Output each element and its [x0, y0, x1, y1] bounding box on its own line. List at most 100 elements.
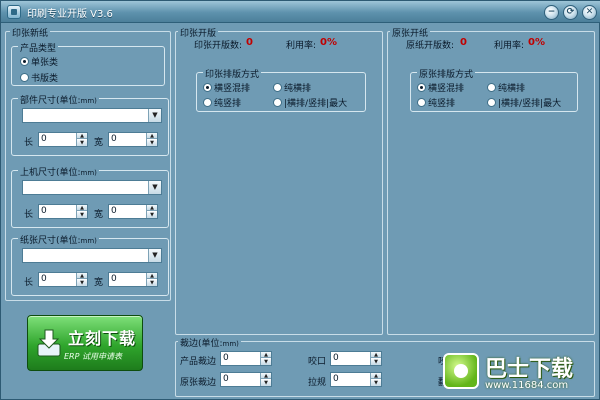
sheet-width-label: 宽 — [94, 278, 104, 288]
radio-off-icon — [487, 98, 496, 107]
bite-label: 咬口 — [308, 357, 327, 367]
chevron-down-icon[interactable]: ▼ — [148, 249, 161, 262]
chevron-down-icon[interactable]: ▼ — [148, 109, 161, 122]
radio-off-icon — [203, 98, 212, 107]
spin-down-icon[interactable]: ▼ — [371, 380, 381, 386]
print-rate-value: 0% — [320, 37, 337, 48]
sheet-trim-input[interactable]: 0 ▲ ▼ — [220, 372, 272, 387]
watermark-logo-icon — [443, 353, 479, 389]
download-icon — [37, 329, 61, 357]
product-trim-input[interactable]: 0 ▲ ▼ — [220, 351, 272, 366]
part-size-combo[interactable]: ▼ — [22, 108, 162, 123]
restore-icon[interactable]: ⟳ — [563, 5, 578, 20]
machine-size-title: 上机尺寸(单位:mm) — [18, 165, 99, 178]
trim-panel-title: 裁边(单位:mm) — [178, 336, 241, 349]
spin-down-icon[interactable]: ▼ — [147, 140, 157, 146]
product-type-group: 产品类型 单张类 书版类 — [11, 41, 165, 86]
product-trim-label: 产品裁边 — [180, 357, 217, 367]
window-title: 印刷专业开版 V3.6 — [27, 9, 113, 20]
raw-rate-value: 0% — [528, 37, 545, 48]
spin-up-icon[interactable]: ▲ — [261, 373, 271, 379]
app-window: 印刷专业开版 V3.6 − ⟳ ✕ 印张新纸 产品类型 单张类 书版类 部件尺寸… — [0, 0, 600, 400]
spin-down-icon[interactable]: ▼ — [147, 280, 157, 286]
title-bar[interactable]: 印刷专业开版 V3.6 − ⟳ ✕ — [1, 1, 600, 23]
radio-raw-vertical[interactable]: 纯竖排 — [417, 96, 455, 109]
spin-down-icon[interactable]: ▼ — [371, 359, 381, 365]
raw-rate-label: 利用率: — [494, 41, 525, 51]
print-count-value: 0 — [246, 37, 253, 48]
sheet-size-group: 纸张尺寸(单位:mm) ▼ 长 0 ▲ ▼ 宽 0 ▲ ▼ — [11, 233, 169, 296]
spin-up-icon[interactable]: ▲ — [147, 273, 157, 279]
print-count-label: 印张开版数: — [194, 41, 243, 51]
spin-down-icon[interactable]: ▼ — [147, 212, 157, 218]
radio-on-icon — [203, 83, 212, 92]
radio-off-icon — [417, 98, 426, 107]
spin-up-icon[interactable]: ▲ — [77, 205, 87, 211]
spin-up-icon[interactable]: ▲ — [147, 205, 157, 211]
raw-count-value: 0 — [460, 37, 467, 48]
pull-label: 拉规 — [308, 378, 327, 388]
machine-width-label: 宽 — [94, 210, 104, 220]
part-width-input[interactable]: 0 ▲ ▼ — [108, 132, 158, 147]
machine-size-group: 上机尺寸(单位:mm) ▼ 长 0 ▲ ▼ 宽 0 ▲ ▼ — [11, 165, 169, 228]
radio-label: 单张类 — [31, 58, 59, 68]
radio-print-horizontal[interactable]: 纯横排 — [273, 81, 311, 94]
sheet-length-input[interactable]: 0 ▲ ▼ — [38, 272, 88, 287]
print-cut-panel: 印张开版 印张开版数: 0 利用率: 0% 印张排版方式 横竖混排 纯横排 纯竖… — [175, 26, 383, 335]
site-watermark: 巴士下载 www.11684.com — [443, 347, 593, 399]
radio-raw-mixed[interactable]: 横竖混排 — [417, 81, 464, 94]
print-layout-group: 印张排版方式 横竖混排 纯横排 纯竖排 |横排/竖排|最大 — [196, 67, 366, 112]
sheet-size-combo[interactable]: ▼ — [22, 248, 162, 263]
radio-print-mixed[interactable]: 横竖混排 — [203, 81, 250, 94]
watermark-title: 巴士下载 — [485, 357, 574, 382]
print-rate-label: 利用率: — [286, 41, 317, 51]
spin-down-icon[interactable]: ▼ — [77, 212, 87, 218]
part-width-label: 宽 — [94, 138, 104, 148]
machine-size-combo[interactable]: ▼ — [22, 180, 162, 195]
spin-up-icon[interactable]: ▲ — [371, 373, 381, 379]
machine-width-input[interactable]: 0 ▲ ▼ — [108, 204, 158, 219]
sheet-size-title: 纸张尺寸(单位:mm) — [18, 233, 99, 246]
machine-length-input[interactable]: 0 ▲ ▼ — [38, 204, 88, 219]
download-sub-label: ERP 试用申请表 — [64, 352, 122, 361]
machine-length-label: 长 — [24, 210, 34, 220]
minimize-icon[interactable]: − — [544, 5, 559, 20]
spin-up-icon[interactable]: ▲ — [77, 273, 87, 279]
radio-raw-max[interactable]: |横排/竖排|最大 — [487, 96, 561, 109]
radio-off-icon — [273, 83, 282, 92]
part-size-group: 部件尺寸(单位:mm) ▼ 长 0 ▲ ▼ 宽 0 ▲ ▼ — [11, 93, 169, 156]
spin-down-icon[interactable]: ▼ — [261, 359, 271, 365]
radio-raw-horizontal[interactable]: 纯横排 — [487, 81, 525, 94]
paper-panel: 印张新纸 产品类型 单张类 书版类 部件尺寸(单位:mm) ▼ 长 0 ▲▼ — [5, 26, 171, 301]
part-size-title: 部件尺寸(单位:mm) — [18, 93, 99, 106]
radio-print-max[interactable]: |横排/竖排|最大 — [273, 96, 347, 109]
bite-input[interactable]: 0 ▲ ▼ — [330, 351, 382, 366]
part-length-input[interactable]: 0 ▲ ▼ — [38, 132, 88, 147]
chevron-down-icon[interactable]: ▼ — [148, 181, 161, 194]
part-length-label: 长 — [24, 138, 34, 148]
radio-print-vertical[interactable]: 纯竖排 — [203, 96, 241, 109]
raw-layout-title: 原张排版方式 — [417, 67, 476, 80]
spin-up-icon[interactable]: ▲ — [77, 133, 87, 139]
download-main-label: 立刻下载 — [68, 329, 137, 348]
spin-down-icon[interactable]: ▼ — [77, 140, 87, 146]
spin-up-icon[interactable]: ▲ — [371, 352, 381, 358]
app-logo-icon — [7, 5, 21, 19]
spin-up-icon[interactable]: ▲ — [147, 133, 157, 139]
close-icon[interactable]: ✕ — [582, 5, 597, 20]
radio-off-icon — [20, 73, 29, 82]
radio-single-sheet[interactable]: 单张类 — [20, 55, 58, 68]
download-button[interactable]: 立刻下载 ERP 试用申请表 — [27, 315, 143, 371]
print-layout-title: 印张排版方式 — [203, 67, 262, 80]
sheet-width-input[interactable]: 0 ▲ ▼ — [108, 272, 158, 287]
radio-off-icon — [273, 98, 282, 107]
spin-down-icon[interactable]: ▼ — [77, 280, 87, 286]
spin-up-icon[interactable]: ▲ — [261, 352, 271, 358]
radio-label: 书版类 — [31, 74, 59, 84]
paper-panel-title: 印张新纸 — [10, 26, 51, 39]
pull-input[interactable]: 0 ▲ ▼ — [330, 372, 382, 387]
spin-down-icon[interactable]: ▼ — [261, 380, 271, 386]
radio-book[interactable]: 书版类 — [20, 71, 58, 84]
sheet-trim-label: 原张裁边 — [180, 378, 217, 388]
radio-off-icon — [487, 83, 496, 92]
